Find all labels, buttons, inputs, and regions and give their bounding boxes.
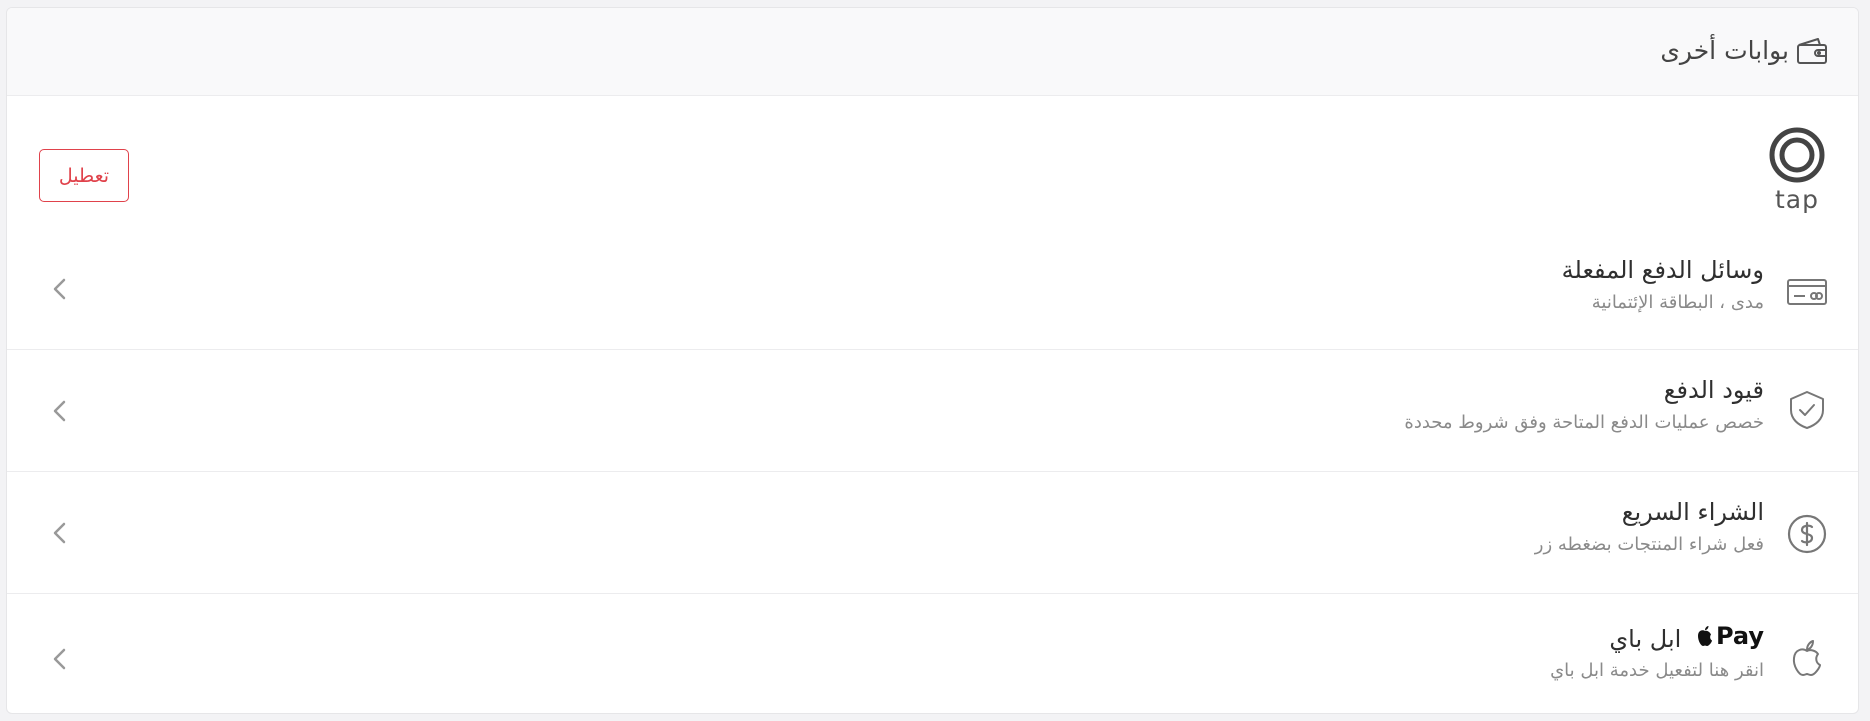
page-title: بوابات أخرى xyxy=(1660,36,1789,65)
chevron-left-icon[interactable] xyxy=(49,646,71,672)
row-title: الشراء السريع xyxy=(1621,498,1764,526)
row-title: Pay ابل باي xyxy=(1609,622,1764,653)
card-header: بوابات أخرى xyxy=(7,8,1858,96)
apple-icon xyxy=(1792,640,1821,676)
apple-pay-title: ابل باي xyxy=(1609,625,1682,653)
row-description: فعل شراء المنتجات بضغطه زر xyxy=(1534,534,1764,555)
row-title: قيود الدفع xyxy=(1663,376,1764,404)
shield-check-icon xyxy=(1790,391,1824,429)
row-description: انقر هنا لتفعيل خدمة ابل باي xyxy=(1550,660,1764,681)
tap-logo-text: tap xyxy=(1775,185,1819,214)
apple-pay-brand: Pay xyxy=(1695,622,1764,650)
list-item-quick-buy[interactable]: الشراء السريع فعل شراء المنتجات بضغطه زر xyxy=(7,472,1858,594)
list-item-apple-pay[interactable]: Pay ابل باي انقر هنا لتفعيل خدمة ابل باي xyxy=(7,594,1858,713)
disable-button[interactable]: تعطيل xyxy=(39,149,129,202)
chevron-left-icon[interactable] xyxy=(49,520,71,546)
chevron-left-icon[interactable] xyxy=(49,398,71,424)
tap-logo: tap xyxy=(1766,127,1828,225)
wallet-icon xyxy=(1797,38,1827,64)
list-item-payment-restrictions[interactable]: قيود الدفع خصص عمليات الدفع المتاحة وفق … xyxy=(7,350,1858,472)
credit-card-icon xyxy=(1787,279,1827,305)
apple-logo-icon xyxy=(1697,626,1712,646)
dollar-circle-icon xyxy=(1787,514,1827,554)
list-item-payment-methods[interactable]: وسائل الدفع المفعلة مدى ، البطاقة الإئتم… xyxy=(7,230,1858,350)
apple-pay-brand-text: Pay xyxy=(1715,622,1764,650)
row-description: خصص عمليات الدفع المتاحة وفق شروط محددة xyxy=(1404,412,1764,433)
row-description: مدى ، البطاقة الإئتمانية xyxy=(1591,292,1764,313)
other-gateways-card: بوابات أخرى tap تعطيل وسائل الدفع المفعل… xyxy=(6,7,1859,714)
tap-logo-icon xyxy=(1769,127,1825,183)
row-title: وسائل الدفع المفعلة xyxy=(1561,256,1764,284)
chevron-left-icon[interactable] xyxy=(49,276,71,302)
